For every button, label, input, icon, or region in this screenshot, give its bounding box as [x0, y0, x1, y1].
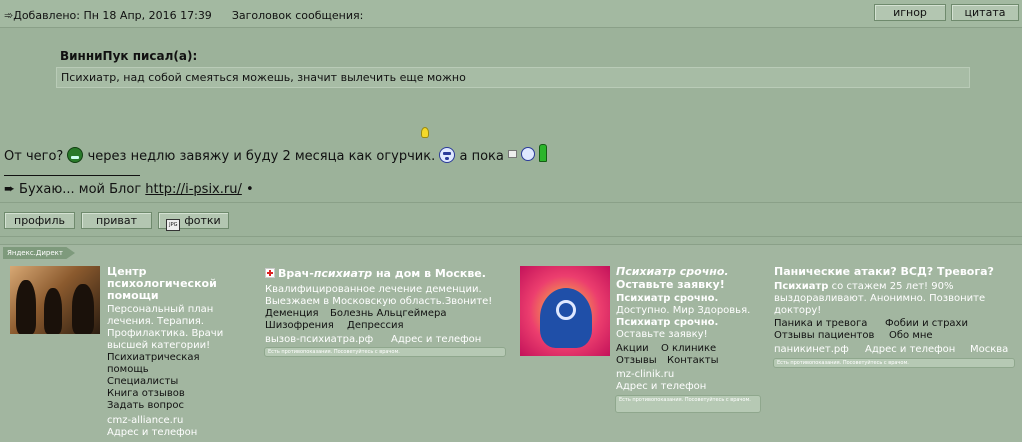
message-part-2: через недлю завяжу и буду 2 месяца как о…: [87, 149, 436, 164]
ad2-link-2[interactable]: Болезнь Альцгеймера: [330, 308, 446, 320]
ad1-text: Персональный план лечения. Терапия. Проф…: [107, 304, 224, 351]
ad1-link-2[interactable]: Специалисты: [107, 376, 178, 388]
ad1-link-4[interactable]: Задать вопрос: [107, 400, 184, 412]
post-date: Добавлено: Пн 18 Апр, 2016 17:39: [13, 9, 212, 22]
ad1-contacts[interactable]: Адрес и телефон: [107, 427, 197, 439]
ad2-title[interactable]: Врач-психиатр на дом в Москве.: [265, 268, 486, 280]
ad4-city[interactable]: Москва: [970, 344, 1008, 356]
lightbulb-icon: [421, 127, 429, 138]
ad3-title-2[interactable]: Оставьте заявку!: [616, 279, 725, 291]
ad4-link-4[interactable]: Обо мне: [889, 330, 933, 342]
quote-button[interactable]: цитата: [951, 4, 1019, 21]
ad1-link-1[interactable]: Психиатрическая помощь: [107, 352, 227, 376]
drinking-smiley-icon: [508, 144, 554, 164]
ad3-domain[interactable]: mz-clinik.ru: [616, 369, 674, 381]
ad3-link-1[interactable]: Акции: [616, 343, 649, 355]
signature-arrow-icon: ➨: [4, 182, 15, 197]
ad2-title-part-2: психиатр: [313, 267, 373, 280]
signature: ➨ Бухаю... мой Блог http://i-psix.ru/ •: [4, 182, 254, 197]
photo-icon: JPG: [166, 219, 181, 231]
ad3-link-3[interactable]: Отзывы: [616, 355, 657, 367]
ad2-title-part-1: Врач-: [278, 267, 314, 280]
ad3-line-4: Оставьте заявку!: [616, 329, 708, 340]
post-divider: [0, 202, 1022, 203]
signature-divider: [4, 175, 140, 176]
ad4-title[interactable]: Панические атаки? ВСД? Тревога?: [774, 266, 994, 278]
buttons-divider: [0, 236, 1022, 237]
photos-button[interactable]: JPG фотки: [158, 212, 229, 231]
ad1-domain[interactable]: cmz-alliance.ru: [107, 415, 183, 427]
ad4-text: Психиатр со стажем 25 лет! 90% выздоравл…: [774, 281, 1014, 317]
signature-bullet: •: [246, 182, 254, 197]
private-message-button[interactable]: приват: [81, 212, 152, 229]
ad3-contacts[interactable]: Адрес и телефон: [616, 381, 706, 393]
green-smiley-icon: [67, 147, 84, 163]
ad3-link-4[interactable]: Контакты: [667, 355, 718, 367]
quote-author: ВинниПук писал(а):: [60, 49, 198, 63]
ad3-warning: Есть противопоказания. Посоветуйтесь с в…: [615, 395, 761, 413]
ad2-warning: Есть противопоказания. Посоветуйтесь с в…: [264, 347, 506, 357]
post-meta: ➾Добавлено: Пн 18 Апр, 2016 17:39 Заголов…: [4, 9, 363, 22]
red-cross-icon: [265, 268, 275, 278]
ad3-line-1: Психиатр срочно.: [616, 293, 719, 304]
ad2-link-1[interactable]: Деменция: [265, 308, 319, 320]
ad3-title-part-1: Психиатр срочно.: [616, 265, 729, 278]
ad3-line-2: Доступно. Мир Здоровья.: [616, 305, 751, 316]
ad2-text: Квалифицированное лечение деменции. Выез…: [265, 284, 493, 307]
ad4-warning: Есть противопоказания. Посоветуйтесь с в…: [773, 358, 1015, 368]
post-arrow-icon[interactable]: ➾: [4, 9, 13, 22]
message-part-1: От чего?: [4, 149, 64, 164]
ad4-domain[interactable]: паникинет.рф: [774, 344, 849, 356]
ad2-domain[interactable]: вызов-психиатра.рф: [265, 334, 373, 346]
ad2-contacts[interactable]: Адрес и телефон: [391, 334, 481, 346]
ad3-link-2[interactable]: О клинике: [661, 343, 716, 355]
ad1-title[interactable]: Центр психологической помощи: [107, 266, 227, 302]
ad3-line-3: Психиатр срочно.: [616, 317, 719, 328]
ad4-link-1[interactable]: Паника и тревога: [774, 318, 867, 330]
ad1-link-3[interactable]: Книга отзывов: [107, 388, 185, 400]
ad1-image[interactable]: [10, 266, 100, 334]
yandex-direct-tag[interactable]: Яндекс.Директ: [3, 247, 75, 259]
ad4-text-bold: Психиатр: [774, 281, 829, 292]
ad4-contacts[interactable]: Адрес и телефон: [865, 344, 955, 356]
photos-button-label: фотки: [184, 214, 221, 227]
blog-link[interactable]: http://i-psix.ru/: [145, 182, 242, 197]
profile-button[interactable]: профиль: [4, 212, 75, 229]
subject-label: Заголовок сообщения:: [231, 9, 364, 22]
ad4-link-3[interactable]: Отзывы пациентов: [774, 330, 874, 342]
ad2-link-3[interactable]: Шизофрения: [265, 320, 334, 332]
ad2-link-4[interactable]: Депрессия: [347, 320, 404, 332]
ad2-title-part-3: на дом в Москве.: [372, 267, 486, 280]
ad4-link-2[interactable]: Фобии и страхи: [885, 318, 968, 330]
signature-text: Бухаю... мой Блог: [19, 182, 142, 197]
message-body: От чего? через недлю завяжу и буду 2 мес…: [4, 144, 554, 164]
ad3-image[interactable]: [520, 266, 610, 356]
ad3-title-1[interactable]: Психиатр срочно.: [616, 266, 729, 278]
ignore-button[interactable]: игнор: [874, 4, 946, 21]
quote-text: Психиатр, над собой смеяться можешь, зна…: [56, 67, 970, 88]
message-part-3: а пока: [459, 149, 504, 164]
thinking-smiley-icon: [439, 147, 456, 163]
